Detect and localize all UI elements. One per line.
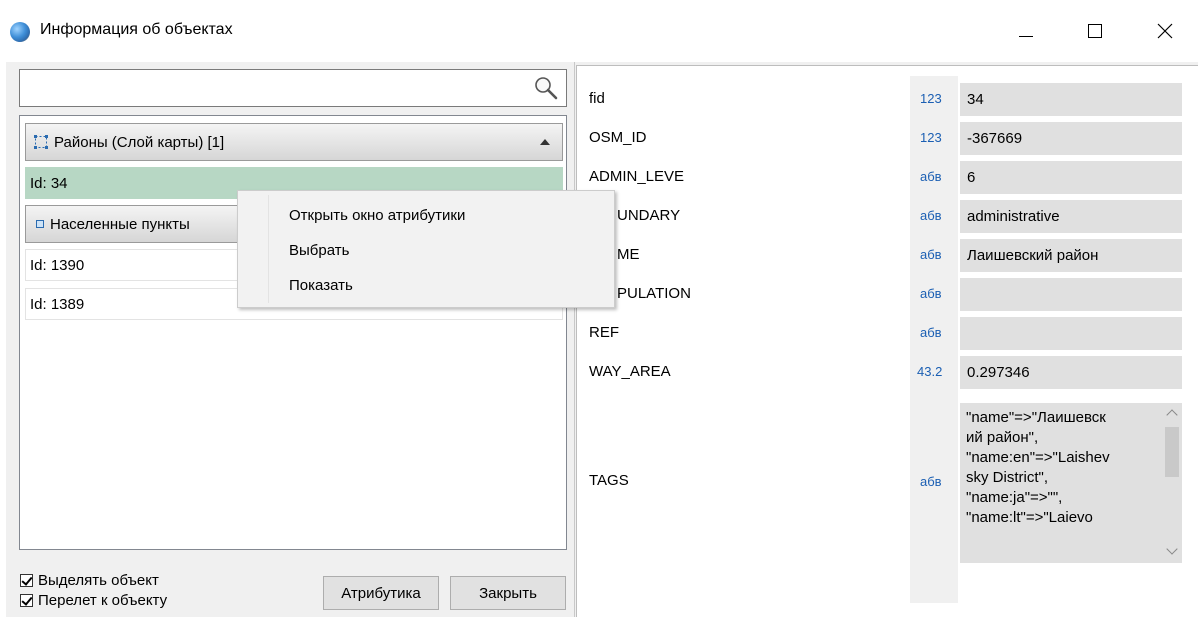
- fly-to-object-option[interactable]: Перелет к объекту: [20, 590, 167, 610]
- window-title: Информация об объектах: [40, 21, 233, 38]
- field-name-way-area: WAY_AREA: [589, 363, 671, 380]
- value-population[interactable]: [960, 278, 1182, 311]
- tags-line: "name:en"=>"Laishev: [966, 449, 1110, 466]
- field-name-admin-leve: ADMIN_LEVE: [589, 168, 685, 185]
- field-name-osm-id: OSM_ID: [589, 129, 647, 146]
- value-name[interactable]: Лаишевский район: [960, 239, 1182, 272]
- checkbox-label: Выделять объект: [38, 571, 159, 589]
- value-way-area[interactable]: 0.297346: [960, 356, 1182, 389]
- search-icon[interactable]: [534, 76, 558, 100]
- type-badge-text-icon: абв: [920, 208, 942, 223]
- scroll-up-icon[interactable]: [1166, 409, 1178, 421]
- maximize-button[interactable]: [1072, 8, 1118, 54]
- tags-line: sky District",: [966, 469, 1048, 486]
- field-name-name: ME: [617, 246, 640, 263]
- type-badge-real-icon: 43.2: [917, 364, 943, 379]
- menu-item-open-attributes[interactable]: Открыть окно атрибутики: [289, 207, 465, 224]
- type-badge-text-icon: абв: [920, 169, 942, 184]
- value-ref[interactable]: [960, 317, 1182, 350]
- type-badge-text-icon: абв: [920, 286, 942, 301]
- objects-tree: Районы (Слой карты) [1] Id: 34 Населенны…: [19, 115, 567, 550]
- close-button[interactable]: Закрыть: [450, 576, 566, 610]
- group-label: Районы (Слой карты) [1]: [54, 133, 225, 151]
- highlight-object-checkbox[interactable]: [20, 573, 33, 587]
- field-name-population: PULATION: [617, 285, 691, 302]
- type-badge-text-icon: абв: [920, 247, 942, 262]
- search-input[interactable]: [19, 69, 567, 107]
- menu-item-select[interactable]: Выбрать: [289, 242, 349, 259]
- close-window-button[interactable]: [1142, 8, 1188, 54]
- tags-scrollbar[interactable]: [1164, 405, 1180, 561]
- tags-line: ий район",: [966, 429, 1039, 446]
- tags-line: "name:lt"=>"Laievo: [966, 509, 1093, 526]
- field-name-boundary: UNDARY: [617, 207, 681, 224]
- point-layer-icon: [36, 220, 44, 228]
- context-menu: Открыть окно атрибутики Выбрать Показать: [237, 190, 615, 308]
- minimize-button[interactable]: [1003, 8, 1049, 54]
- value-tags[interactable]: "name"=>"Лаишевск ий район", "name:en"=>…: [960, 403, 1182, 563]
- fly-to-object-checkbox[interactable]: [20, 593, 33, 607]
- minimize-icon: [1019, 35, 1033, 37]
- value-osm-id[interactable]: -367669: [960, 122, 1182, 155]
- field-name-fid: fid: [589, 90, 605, 107]
- value-fid[interactable]: 34: [960, 83, 1182, 116]
- type-badge-int-icon: 123: [920, 130, 942, 145]
- close-icon: [1157, 23, 1173, 39]
- tags-line: "name:ja"=>"",: [966, 489, 1063, 506]
- globe-icon: [10, 22, 30, 42]
- field-name-tags: TAGS: [589, 472, 629, 489]
- group-label: Населенные пункты: [50, 215, 190, 233]
- layer-icon: [34, 135, 48, 149]
- tags-line: "name"=>"Лаишевск: [966, 409, 1106, 426]
- highlight-object-option[interactable]: Выделять объект: [20, 570, 167, 590]
- value-boundary[interactable]: administrative: [960, 200, 1182, 233]
- maximize-icon: [1088, 24, 1102, 38]
- attributes-button[interactable]: Атрибутика: [323, 576, 439, 610]
- checkbox-label: Перелет к объекту: [38, 591, 168, 609]
- scroll-thumb[interactable]: [1165, 427, 1179, 477]
- value-admin-leve[interactable]: 6: [960, 161, 1182, 194]
- collapse-arrow-icon[interactable]: [540, 139, 550, 145]
- panel-splitter[interactable]: [574, 62, 575, 617]
- type-badge-text-icon: абв: [920, 325, 942, 340]
- type-badge-int-icon: 123: [920, 91, 942, 106]
- objects-panel: Районы (Слой карты) [1] Id: 34 Населенны…: [6, 62, 576, 617]
- client-area: Районы (Слой карты) [1] Id: 34 Населенны…: [6, 62, 1198, 617]
- group-header-districts[interactable]: Районы (Слой карты) [1]: [25, 123, 563, 161]
- type-badge-text-icon: абв: [920, 474, 942, 489]
- menu-gutter: [268, 195, 269, 303]
- attributes-panel: fid 123 34 OSM_ID 123 -367669 ADMIN_LEVE…: [576, 65, 1198, 617]
- field-name-ref: REF: [589, 324, 619, 341]
- title-bar: Информация об объектах: [0, 0, 1198, 62]
- options-group: Выделять объект Перелет к объекту: [20, 570, 167, 610]
- scroll-down-icon[interactable]: [1166, 543, 1178, 555]
- menu-item-show[interactable]: Показать: [289, 277, 353, 294]
